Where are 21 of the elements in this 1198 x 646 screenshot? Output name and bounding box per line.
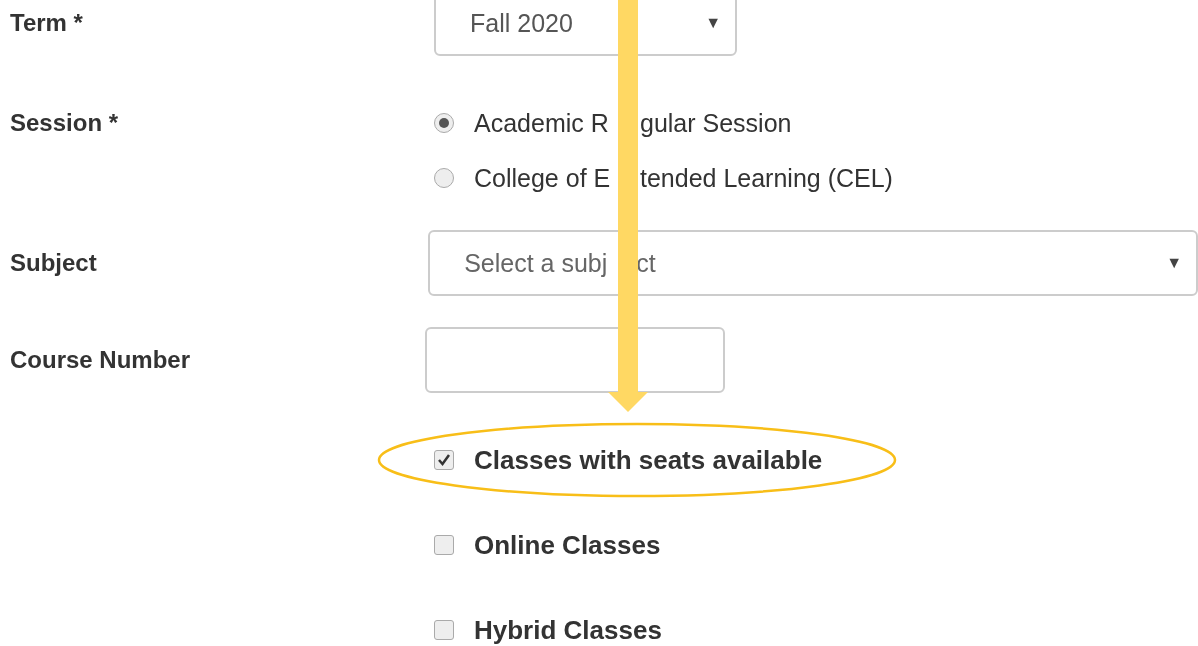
checkbox-label: Classes with seats available	[474, 444, 823, 476]
checkbox[interactable]	[434, 535, 454, 555]
select-placeholder: Select a subj ct	[464, 248, 656, 278]
field-label: Subject	[9, 248, 98, 278]
field-label: Course Number	[9, 345, 192, 375]
caret-icon: ▼	[1166, 254, 1182, 272]
input-field[interactable]	[425, 327, 725, 393]
radio-label: College of E tended Learning (CEL)	[474, 163, 893, 193]
field-label: Session *	[9, 108, 120, 138]
checkbox-label: Hybrid Classes	[474, 614, 662, 646]
select-value: Fall 2020	[470, 8, 573, 38]
checkbox[interactable]	[434, 620, 454, 640]
radio-button[interactable]	[434, 113, 454, 133]
radio-button[interactable]	[434, 168, 454, 188]
select-field[interactable]: Select a subj ct ▼	[428, 230, 1198, 296]
checkbox-label: Online Classes	[474, 529, 661, 561]
field-label: Term *	[9, 8, 84, 38]
caret-icon: ▼	[705, 14, 721, 32]
checkbox[interactable]	[434, 450, 454, 470]
radio-label: Academic R gular Session	[474, 108, 792, 138]
select-field[interactable]: Fall 2020 ▼	[434, 0, 737, 56]
